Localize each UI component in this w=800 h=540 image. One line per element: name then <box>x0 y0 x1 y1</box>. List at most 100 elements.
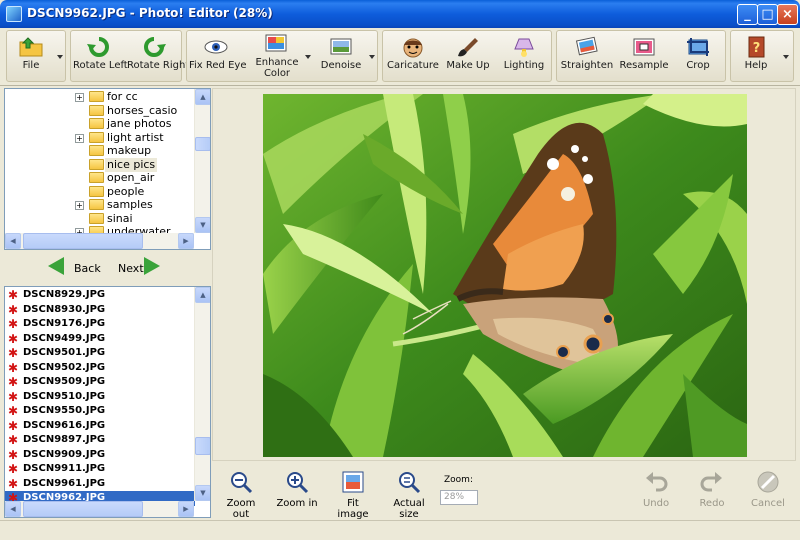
image-file-icon: ✱ <box>8 418 19 433</box>
cancel-icon <box>757 471 779 493</box>
tree-item[interactable]: nice pics <box>5 157 195 172</box>
tree-item-label: light artist <box>107 130 164 144</box>
file-item[interactable]: ✱ DSCN9501.JPG <box>5 346 195 361</box>
files-scroll-thumb[interactable] <box>195 437 210 455</box>
redo-icon <box>700 472 722 492</box>
file-item-label: DSCN9502.JPG <box>23 361 106 373</box>
tree-vertical-scrollbar[interactable]: ▲ ▼ <box>194 89 210 233</box>
minimize-button[interactable]: _ <box>737 4 758 25</box>
enhance-color-button[interactable]: Enhance Color <box>253 31 301 81</box>
scroll-down-icon[interactable]: ▼ <box>195 485 210 501</box>
file-item[interactable]: ✱ DSCN9176.JPG <box>5 317 195 332</box>
close-button[interactable]: × <box>777 4 798 25</box>
scroll-up-icon[interactable]: ▲ <box>195 287 210 303</box>
tree-item-label: makeup <box>107 144 152 157</box>
status-bar <box>0 520 800 540</box>
scroll-left-icon[interactable]: ◀ <box>5 233 21 249</box>
file-button[interactable]: File <box>9 31 53 81</box>
file-item[interactable]: ✱ DSCN9909.JPG <box>5 448 195 463</box>
file-group: File <box>6 30 66 82</box>
expand-icon[interactable]: + <box>75 93 84 102</box>
zoom-in-button[interactable]: Zoom in <box>276 470 318 516</box>
scroll-left-icon[interactable]: ◀ <box>5 501 21 517</box>
zoom-out-button[interactable]: Zoom out <box>218 470 264 520</box>
file-list[interactable]: ✱ DSCN8929.JPG ✱ DSCN8930.JPG ✱ DSCN9176.JPG ✱… <box>4 286 211 518</box>
expand-icon[interactable]: + <box>75 201 84 210</box>
image-file-icon: ✱ <box>8 288 19 302</box>
title-bar[interactable]: DSCN9962.JPG - Photo! Editor (28%) _ □ × <box>0 0 800 28</box>
file-item[interactable]: ✱ DSCN9897.JPG <box>5 433 195 448</box>
file-item[interactable]: ✱ DSCN8930.JPG <box>5 303 195 318</box>
files-hscroll-thumb[interactable] <box>23 501 143 517</box>
redo-button[interactable]: Redo <box>692 470 732 516</box>
maximize-button[interactable]: □ <box>757 4 778 25</box>
next-arrow-icon <box>144 257 160 275</box>
denoise-button[interactable]: Denoise <box>317 31 365 81</box>
rotate-right-button[interactable]: Rotate Right <box>127 31 189 81</box>
files-vertical-scrollbar[interactable]: ▲ ▼ <box>194 287 210 501</box>
tree-item[interactable]: + light artist <box>5 131 195 145</box>
tree-item[interactable]: + for cc <box>5 90 195 104</box>
fix-red-eye-button[interactable]: Fix Red Eye <box>189 31 246 81</box>
zoom-input[interactable]: 28% <box>440 490 478 505</box>
svg-text:?: ? <box>753 41 761 56</box>
tree-hscroll-thumb[interactable] <box>23 233 143 249</box>
make-up-button[interactable]: Make Up <box>443 31 493 81</box>
files-horizontal-scrollbar[interactable]: ◀ ▶ <box>5 501 194 517</box>
tree-item[interactable]: sinai <box>5 212 195 226</box>
tree-item[interactable]: jane photos <box>5 117 195 131</box>
image-file-icon: ✱ <box>8 331 19 346</box>
rotate-left-icon <box>87 37 109 57</box>
undo-icon <box>646 472 668 492</box>
tree-item[interactable]: + samples <box>5 198 195 212</box>
tree-item[interactable]: makeup <box>5 144 195 158</box>
help-dropdown[interactable] <box>781 31 791 81</box>
crop-button[interactable]: Crop <box>673 31 723 81</box>
scroll-right-icon[interactable]: ▶ <box>178 501 194 517</box>
scroll-up-icon[interactable]: ▲ <box>195 89 210 105</box>
transform-group: Straighten Resample Crop <box>556 30 726 82</box>
file-item[interactable]: ✱ DSCN9961.JPG <box>5 477 195 492</box>
tree-item[interactable]: open_air <box>5 171 195 185</box>
tree-item[interactable]: people <box>5 185 195 199</box>
rotate-left-button[interactable]: Rotate Left <box>73 31 128 81</box>
file-item[interactable]: ✱ DSCN9499.JPG <box>5 332 195 347</box>
file-dropdown[interactable] <box>55 31 65 81</box>
scroll-right-icon[interactable]: ▶ <box>178 233 194 249</box>
tree-scroll-thumb[interactable] <box>195 137 210 151</box>
photo-preview[interactable] <box>263 94 747 457</box>
image-canvas[interactable] <box>212 88 796 461</box>
brush-icon <box>458 38 478 57</box>
file-item[interactable]: ✱ DSCN9510.JPG <box>5 390 195 405</box>
straighten-button[interactable]: Straighten <box>559 31 615 81</box>
expand-icon[interactable]: + <box>75 133 84 143</box>
scroll-down-icon[interactable]: ▼ <box>195 217 210 233</box>
resample-button[interactable]: Resample <box>617 31 671 81</box>
next-button[interactable]: Next <box>118 257 174 280</box>
undo-button[interactable]: Undo <box>636 470 676 516</box>
image-file-icon: ✱ <box>8 476 19 491</box>
folder-open-icon <box>19 37 43 57</box>
enhance-color-dropdown[interactable] <box>303 31 313 81</box>
cancel-button[interactable]: Cancel <box>746 470 790 516</box>
file-item[interactable]: ✱ DSCN9616.JPG <box>5 419 195 434</box>
tree-horizontal-scrollbar[interactable]: ◀ ▶ <box>5 233 194 249</box>
file-item[interactable]: ✱ DSCN9502.JPG <box>5 361 195 376</box>
back-button[interactable]: Back <box>48 257 104 280</box>
help-button[interactable]: ? Help <box>733 31 779 81</box>
file-item-label: DSCN9911.JPG <box>23 463 106 474</box>
zoom-in-icon <box>287 472 309 494</box>
file-item-label: DSCN9909.JPG <box>23 448 106 460</box>
tree-item[interactable]: horses_casio <box>5 104 195 118</box>
caricature-icon <box>403 38 423 58</box>
fit-image-button[interactable]: Fit image <box>330 470 376 520</box>
file-item[interactable]: ✱ DSCN9509.JPG <box>5 375 195 390</box>
actual-size-button[interactable]: Actual size <box>384 470 434 520</box>
file-item[interactable]: ✱ DSCN9911.JPG <box>5 462 195 477</box>
folder-tree[interactable]: + for cc horses_casio jane photos + light art… <box>4 88 211 250</box>
file-item[interactable]: ✱ DSCN8929.JPG <box>5 288 195 303</box>
lighting-button[interactable]: Lighting <box>497 31 551 81</box>
caricature-button[interactable]: Caricature <box>385 31 441 81</box>
file-item[interactable]: ✱ DSCN9550.JPG <box>5 404 195 419</box>
denoise-dropdown[interactable] <box>367 31 377 81</box>
